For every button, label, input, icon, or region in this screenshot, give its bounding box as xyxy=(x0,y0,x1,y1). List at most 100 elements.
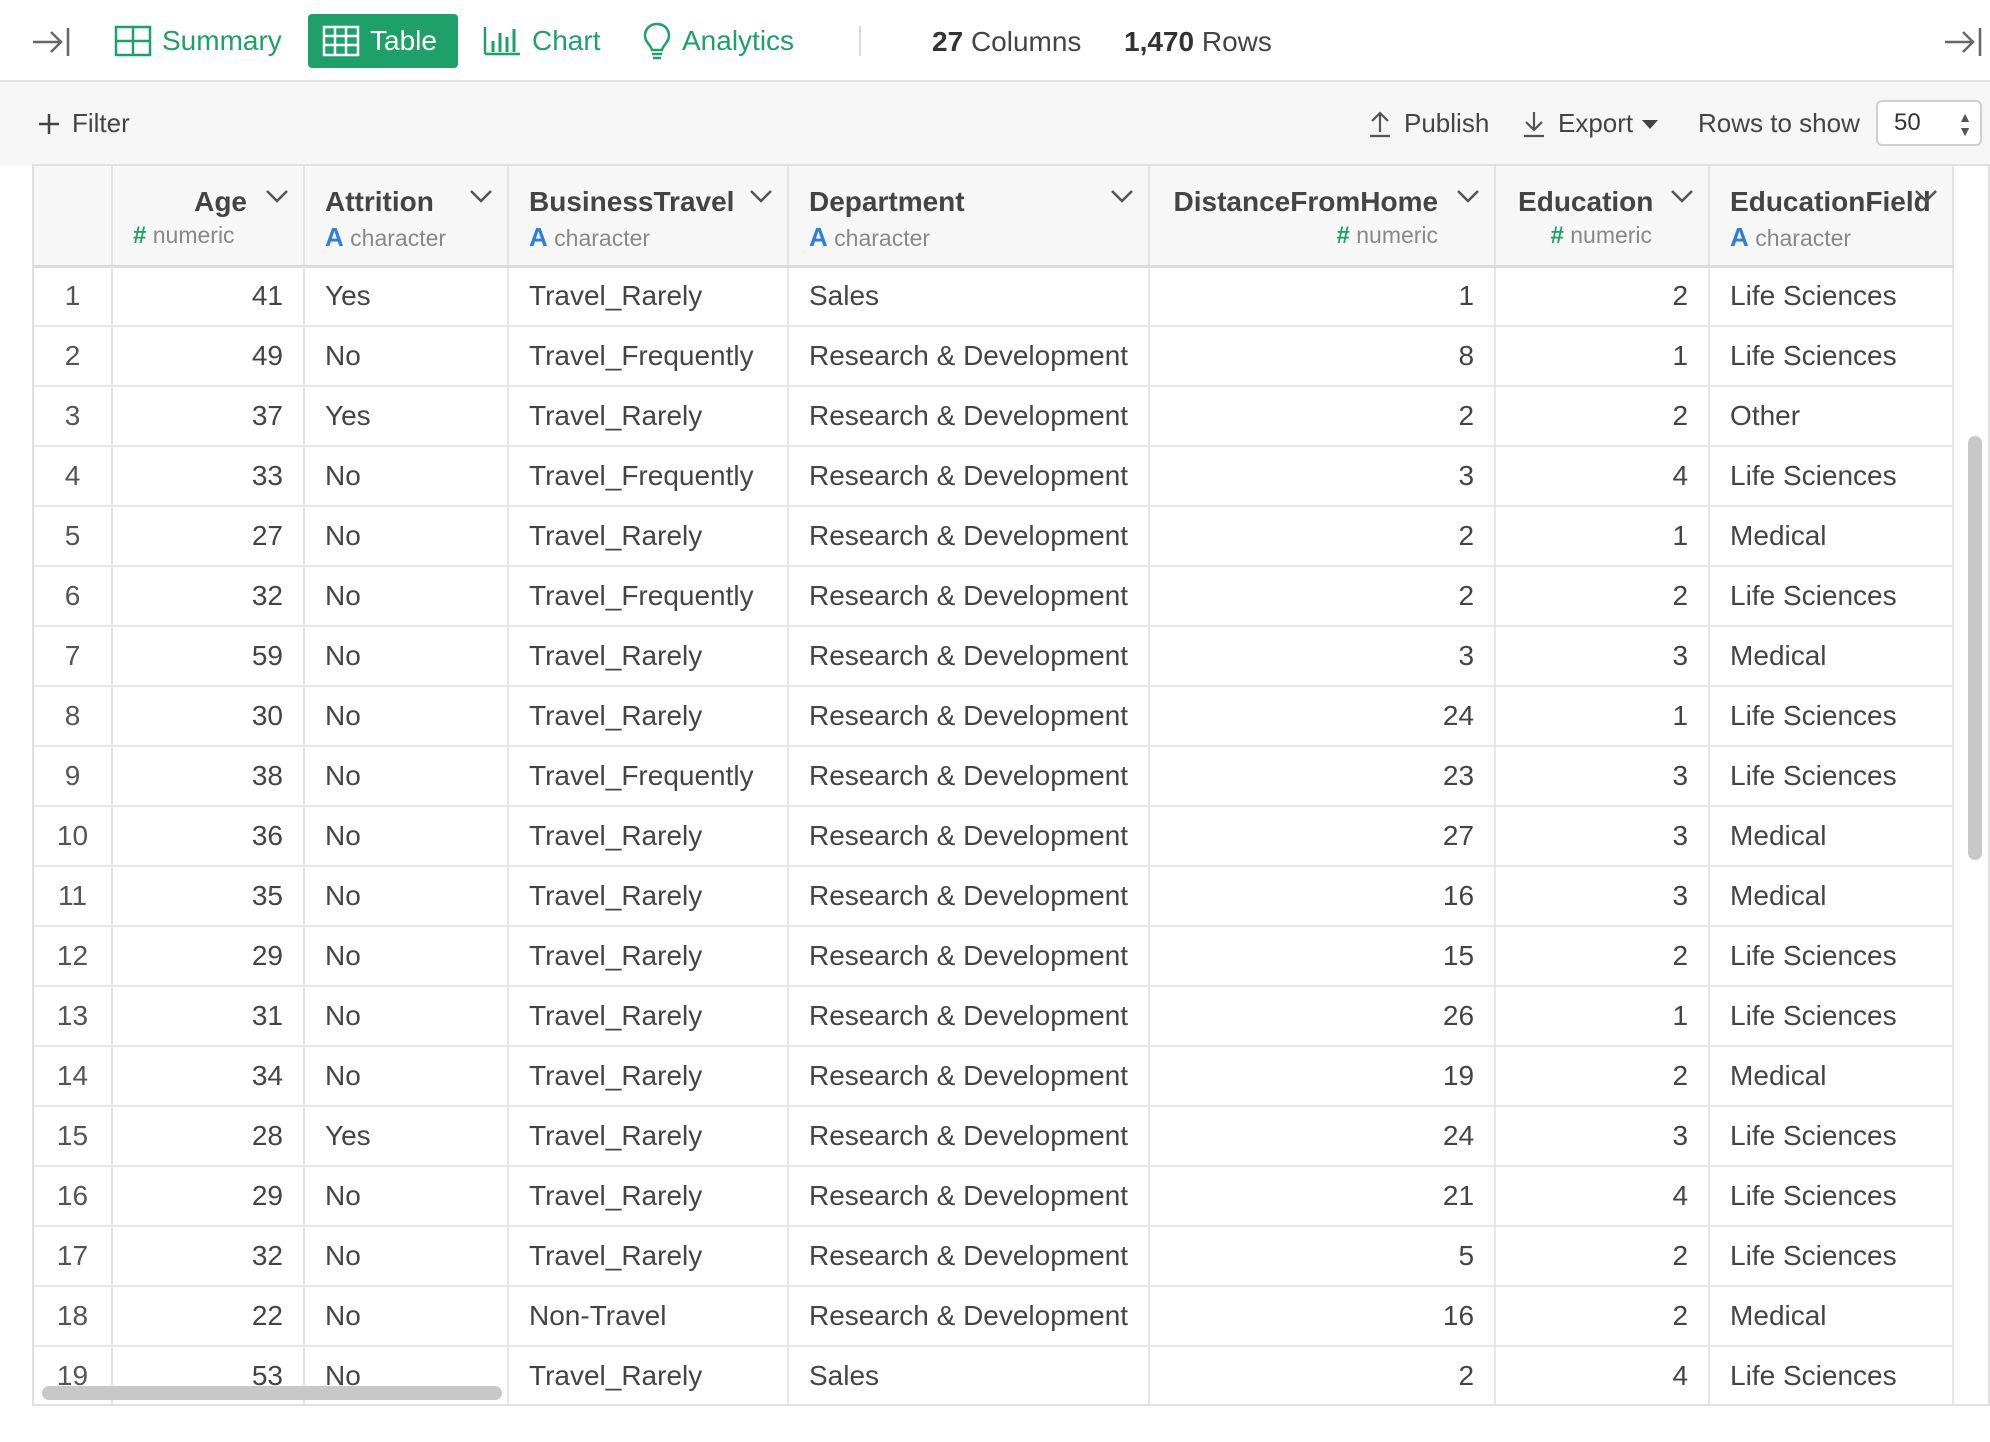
table-cell[interactable]: Life Sciences xyxy=(1709,1106,1955,1167)
table-cell[interactable]: No xyxy=(304,506,509,567)
table-cell[interactable]: 4 xyxy=(1495,1346,1711,1404)
filter-button[interactable]: Filter xyxy=(38,108,130,139)
table-cell[interactable]: No xyxy=(304,686,509,747)
table-cell[interactable]: Travel_Rarely xyxy=(508,1046,789,1107)
table-cell[interactable]: Non-Travel xyxy=(508,1286,789,1347)
table-cell[interactable]: Travel_Frequently xyxy=(508,566,789,627)
table-cell[interactable]: Travel_Rarely xyxy=(508,926,789,987)
column-header-educationfield[interactable]: EducationField A character xyxy=(1709,166,1955,268)
table-cell[interactable]: 31 xyxy=(112,986,305,1047)
table-cell[interactable]: 5 xyxy=(1149,1226,1497,1287)
table-cell[interactable]: Research & Development xyxy=(788,1166,1151,1227)
table-cell[interactable]: 16 xyxy=(1149,866,1497,927)
collapse-right-icon[interactable] xyxy=(1940,22,1986,62)
table-cell[interactable]: 2 xyxy=(1149,506,1497,567)
vertical-scrollbar-thumb[interactable] xyxy=(1968,436,1982,860)
table-cell[interactable]: Travel_Rarely xyxy=(508,266,789,327)
table-row[interactable]: 1 41 Yes Travel_Rarely Sales 1 2 Life Sciences xyxy=(34,266,1955,327)
table-row[interactable]: 15 28 Yes Travel_Rarely Research & Developme… xyxy=(34,1106,1955,1167)
table-cell[interactable]: Life Sciences xyxy=(1709,1346,1955,1404)
table-cell[interactable]: 34 xyxy=(112,1046,305,1107)
table-cell[interactable]: 23 xyxy=(1149,746,1497,807)
table-cell[interactable]: 32 xyxy=(112,1226,305,1287)
table-cell[interactable]: 22 xyxy=(112,1286,305,1347)
table-cell[interactable]: 27 xyxy=(1149,806,1497,867)
table-cell[interactable]: Medical xyxy=(1709,626,1955,687)
table-cell[interactable]: Life Sciences xyxy=(1709,746,1955,807)
table-cell[interactable]: 41 xyxy=(112,266,305,327)
table-cell[interactable]: 29 xyxy=(112,926,305,987)
table-cell[interactable]: No xyxy=(304,566,509,627)
table-cell[interactable]: 24 xyxy=(1149,1106,1497,1167)
table-cell[interactable]: Research & Development xyxy=(788,1106,1151,1167)
table-cell[interactable]: Life Sciences xyxy=(1709,266,1955,327)
table-row[interactable]: 14 34 No Travel_Rarely Research & Developmen… xyxy=(34,1046,1955,1107)
table-cell[interactable]: Research & Development xyxy=(788,386,1151,447)
publish-button[interactable]: Publish xyxy=(1368,108,1489,139)
table-cell[interactable]: 2 xyxy=(1495,566,1711,627)
table-cell[interactable]: Travel_Rarely xyxy=(508,686,789,747)
table-cell[interactable]: 16 xyxy=(1149,1286,1497,1347)
chevron-down-icon[interactable] xyxy=(1670,188,1694,204)
table-cell[interactable]: 2 xyxy=(1495,1286,1711,1347)
table-cell[interactable]: Travel_Rarely xyxy=(508,806,789,867)
table-cell[interactable]: Travel_Frequently xyxy=(508,446,789,507)
table-cell[interactable]: Research & Development xyxy=(788,1286,1151,1347)
table-cell[interactable]: 2 xyxy=(1495,266,1711,327)
column-header-businesstravel[interactable]: BusinessTravel A character xyxy=(508,166,789,268)
table-cell[interactable]: Medical xyxy=(1709,506,1955,567)
table-cell[interactable]: Travel_Frequently xyxy=(508,746,789,807)
column-header-education[interactable]: Education # numeric xyxy=(1495,166,1711,268)
table-cell[interactable]: Yes xyxy=(304,386,509,447)
table-cell[interactable]: Travel_Rarely xyxy=(508,506,789,567)
table-cell[interactable]: 3 xyxy=(1495,806,1711,867)
table-cell[interactable]: 2 xyxy=(1149,386,1497,447)
table-row[interactable]: 11 35 No Travel_Rarely Research & Developmen… xyxy=(34,866,1955,927)
table-cell[interactable]: Medical xyxy=(1709,806,1955,867)
table-cell[interactable]: No xyxy=(304,986,509,1047)
table-cell[interactable]: Yes xyxy=(304,266,509,327)
horizontal-scrollbar[interactable] xyxy=(42,1386,502,1402)
table-cell[interactable]: Research & Development xyxy=(788,686,1151,747)
table-row[interactable]: 4 33 No Travel_Frequently Research & Develop… xyxy=(34,446,1955,507)
table-cell[interactable]: Life Sciences xyxy=(1709,686,1955,747)
table-cell[interactable]: 1 xyxy=(1495,686,1711,747)
chevron-down-icon[interactable] xyxy=(1914,188,1938,204)
table-row[interactable]: 12 29 No Travel_Rarely Research & Developmen… xyxy=(34,926,1955,987)
table-cell[interactable]: Life Sciences xyxy=(1709,1226,1955,1287)
tab-summary[interactable]: Summary xyxy=(100,14,296,68)
table-cell[interactable]: 15 xyxy=(1149,926,1497,987)
table-cell[interactable]: Sales xyxy=(788,266,1151,327)
table-cell[interactable]: Travel_Rarely xyxy=(508,386,789,447)
table-cell[interactable]: No xyxy=(304,1226,509,1287)
table-cell[interactable]: No xyxy=(304,1286,509,1347)
table-cell[interactable]: No xyxy=(304,866,509,927)
table-row[interactable]: 8 30 No Travel_Rarely Research & Development… xyxy=(34,686,1955,747)
table-row[interactable]: 13 31 No Travel_Rarely Research & Developmen… xyxy=(34,986,1955,1047)
table-cell[interactable]: Sales xyxy=(788,1346,1151,1404)
table-cell[interactable]: 37 xyxy=(112,386,305,447)
table-row[interactable]: 17 32 No Travel_Rarely Research & Developmen… xyxy=(34,1226,1955,1287)
table-cell[interactable]: 1 xyxy=(1149,266,1497,327)
table-cell[interactable]: 3 xyxy=(1495,866,1711,927)
table-cell[interactable]: Research & Development xyxy=(788,926,1151,987)
table-cell[interactable]: Travel_Rarely xyxy=(508,1106,789,1167)
table-cell[interactable]: Research & Development xyxy=(788,1226,1151,1287)
table-cell[interactable]: No xyxy=(304,746,509,807)
table-cell[interactable]: No xyxy=(304,926,509,987)
table-row[interactable]: 18 22 No Non-Travel Research & Development 16… xyxy=(34,1286,1955,1347)
rows-to-show-select[interactable]: 50 ▲ ▼ xyxy=(1876,100,1982,146)
table-cell[interactable]: 24 xyxy=(1149,686,1497,747)
table-cell[interactable]: 28 xyxy=(112,1106,305,1167)
table-cell[interactable]: Research & Development xyxy=(788,326,1151,387)
table-cell[interactable]: 2 xyxy=(1149,1346,1497,1404)
table-cell[interactable]: 3 xyxy=(1495,746,1711,807)
table-cell[interactable]: No xyxy=(304,626,509,687)
table-cell[interactable]: Travel_Frequently xyxy=(508,326,789,387)
table-cell[interactable]: Travel_Rarely xyxy=(508,1226,789,1287)
table-cell[interactable]: 4 xyxy=(1495,446,1711,507)
table-cell[interactable]: 1 xyxy=(1495,326,1711,387)
table-cell[interactable]: 8 xyxy=(1149,326,1497,387)
table-cell[interactable]: 35 xyxy=(112,866,305,927)
table-cell[interactable]: Research & Development xyxy=(788,806,1151,867)
